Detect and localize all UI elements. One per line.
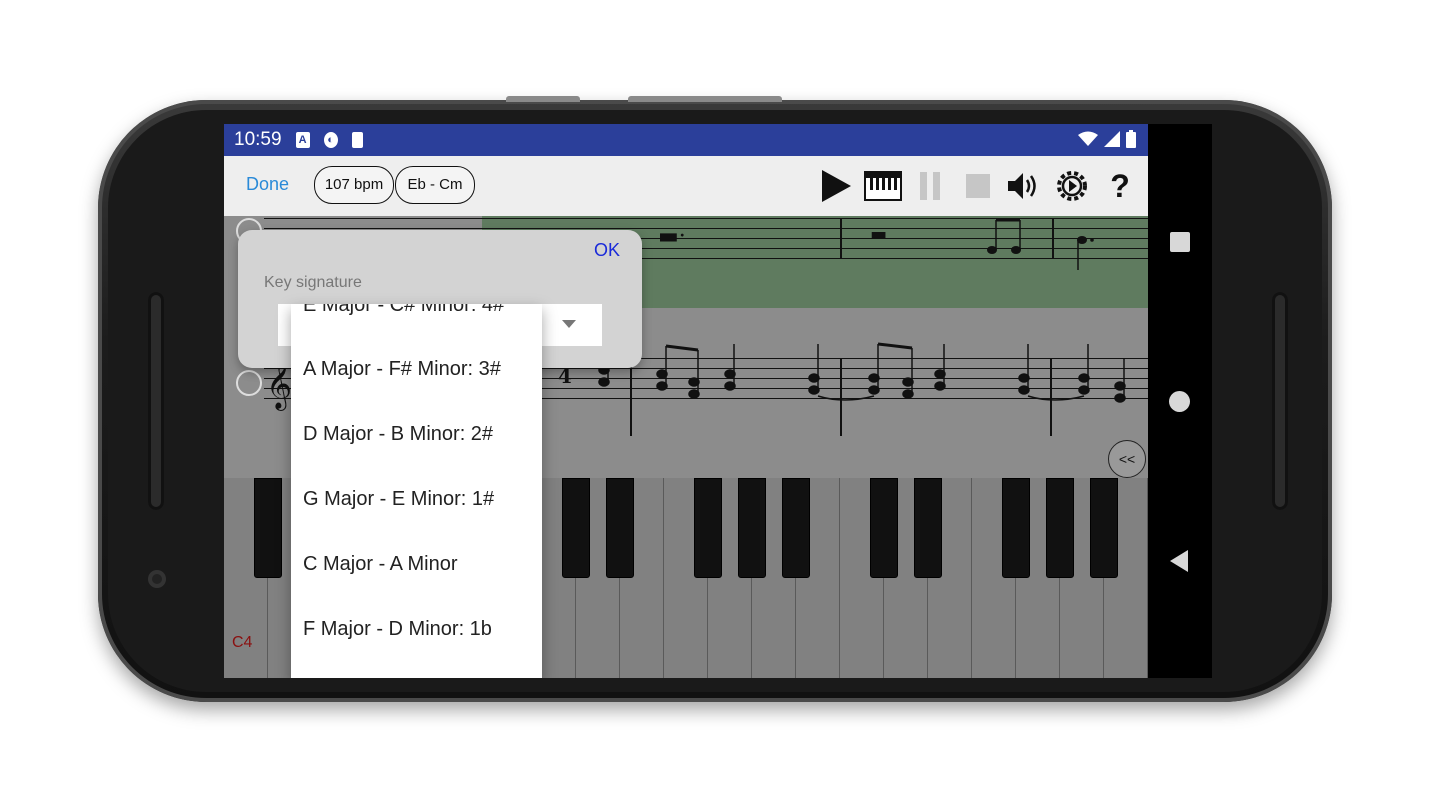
black-key[interactable] — [914, 478, 942, 578]
black-key[interactable] — [1090, 478, 1118, 578]
a-icon: A — [295, 132, 310, 148]
rest-icon: ▬· — [658, 224, 686, 249]
note-dotted — [1077, 236, 1094, 270]
phone-speaker — [1272, 292, 1288, 510]
key-button[interactable]: Eb - Cm — [395, 166, 475, 204]
recents-icon[interactable] — [1170, 232, 1190, 252]
rest-icon: ▬ — [870, 224, 888, 245]
key-signature-label: Key signature — [264, 274, 362, 291]
dropdown-item[interactable]: E Major - C# Minor: 4# — [303, 304, 504, 317]
phone-speaker — [148, 292, 164, 510]
dropdown-item[interactable]: D Major - B Minor: 2# — [303, 423, 493, 446]
phone-button — [506, 96, 580, 102]
piano-icon[interactable] — [864, 168, 902, 204]
signal-icon — [1104, 131, 1120, 147]
track-radio[interactable] — [236, 370, 262, 396]
help-icon[interactable]: ? — [1102, 168, 1138, 204]
black-key[interactable] — [738, 478, 766, 578]
note-group — [987, 218, 1021, 254]
dropdown-item[interactable]: C Major - A Minor — [303, 553, 457, 576]
dropdown-item[interactable]: A Major - F# Minor: 3# — [303, 358, 501, 381]
settings-icon[interactable] — [1054, 168, 1090, 204]
black-key[interactable] — [694, 478, 722, 578]
key-signature-dropdown: E Major - C# Minor: 4# A Major - F# Mino… — [291, 304, 542, 678]
battery-icon — [1126, 130, 1136, 148]
barline — [1052, 218, 1054, 258]
play-icon[interactable] — [818, 168, 854, 204]
status-time: 10:59 — [234, 129, 282, 150]
stop-icon[interactable] — [960, 168, 996, 204]
toolbar: Done 107 bpm Eb - Cm ? — [224, 156, 1148, 216]
status-bar: 10:59 A ◐ — [224, 124, 1148, 156]
sync-icon: ◐ — [323, 132, 338, 148]
rewind-button[interactable]: << — [1108, 440, 1146, 478]
black-key[interactable] — [870, 478, 898, 578]
black-key[interactable] — [1046, 478, 1074, 578]
phone-button — [628, 96, 782, 102]
black-key[interactable] — [254, 478, 282, 578]
dropdown-item[interactable]: G Major - E Minor: 1# — [303, 488, 494, 511]
black-key[interactable] — [562, 478, 590, 578]
back-icon[interactable] — [1170, 550, 1188, 572]
navigation-bar — [1148, 124, 1212, 678]
black-key[interactable] — [782, 478, 810, 578]
wifi-icon — [1078, 131, 1098, 146]
chevron-down-icon — [562, 320, 576, 328]
tempo-button[interactable]: 107 bpm — [314, 166, 394, 204]
octave-label: C4 — [232, 634, 253, 651]
status-right — [1078, 130, 1136, 148]
ok-button[interactable]: OK — [594, 240, 620, 261]
phone-camera — [148, 570, 166, 588]
dropdown-item[interactable]: F Major - D Minor: 1b — [303, 618, 492, 641]
home-icon[interactable] — [1169, 391, 1190, 412]
sd-card-icon — [351, 132, 363, 148]
done-button[interactable]: Done — [246, 174, 289, 195]
volume-icon[interactable] — [1006, 168, 1042, 204]
black-key[interactable] — [606, 478, 634, 578]
black-key[interactable] — [1002, 478, 1030, 578]
time-sig-bottom: 4 — [558, 364, 572, 388]
screen: 10:59 A ◐ Done 107 bpm Eb - Cm ? ▬· ▬ 𝄞 … — [224, 124, 1212, 678]
note-sequence — [598, 342, 1126, 403]
pause-icon[interactable] — [912, 168, 948, 204]
app: 10:59 A ◐ Done 107 bpm Eb - Cm ? ▬· ▬ 𝄞 … — [224, 124, 1148, 678]
barline — [840, 218, 842, 258]
